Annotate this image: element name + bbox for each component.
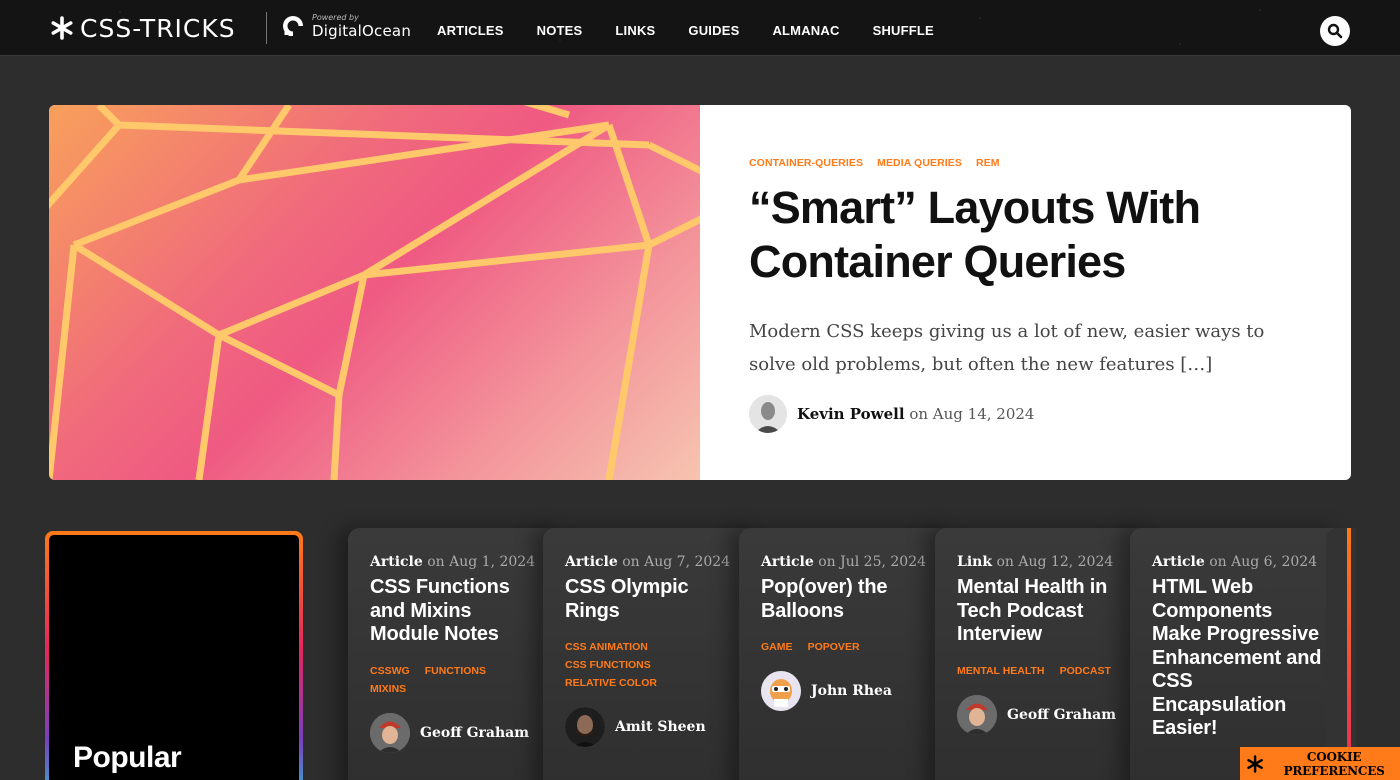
popular-box: Popular bbox=[45, 531, 303, 780]
author-link[interactable]: Kevin Powell bbox=[797, 405, 905, 423]
card-author: Geoff Graham bbox=[370, 712, 541, 753]
title-line: “Smart” Layouts With bbox=[749, 182, 1201, 233]
tag-link[interactable]: CSSWG bbox=[370, 665, 410, 677]
cookie-preferences-label: COOKIE PREFERENCES bbox=[1283, 749, 1385, 778]
author-avatar[interactable] bbox=[761, 671, 801, 711]
card-tags: CSS ANIMATION CSS FUNCTIONS RELATIVE COL… bbox=[565, 637, 736, 691]
digitalocean-sponsor-link[interactable]: Powered by DigitalOcean bbox=[280, 13, 411, 39]
tag-link[interactable]: MEDIA QUERIES bbox=[877, 157, 962, 169]
tag-link[interactable]: RELATIVE COLOR bbox=[565, 677, 657, 689]
search-icon bbox=[1327, 23, 1343, 39]
card-date: on Aug 1, 2024 bbox=[427, 554, 536, 570]
author-name[interactable]: Amit Sheen bbox=[615, 719, 706, 735]
sponsor-name: DigitalOcean bbox=[312, 21, 412, 40]
featured-article-excerpt: Modern CSS keeps giving us a lot of new,… bbox=[749, 321, 1265, 375]
card-tags: CSSWG FUNCTIONS MIXINS bbox=[370, 661, 541, 697]
link-card[interactable]: Link on Aug 12, 2024 Mental Health in Te… bbox=[935, 528, 1150, 780]
asterisk-icon bbox=[1247, 754, 1263, 773]
tag-link[interactable]: MENTAL HEALTH bbox=[957, 665, 1045, 677]
next-card-edge[interactable] bbox=[1326, 528, 1356, 780]
card-date: on Aug 7, 2024 bbox=[622, 554, 731, 570]
main-nav: ARTICLES NOTES LINKS GUIDES ALMANAC SHUF… bbox=[437, 23, 934, 38]
card-date: on Jul 25, 2024 bbox=[818, 554, 927, 570]
card-title[interactable]: CSS Functions and Mixins Module Notes bbox=[370, 576, 541, 647]
popular-box-inner: Popular bbox=[49, 535, 299, 780]
author-name[interactable]: John Rhea bbox=[811, 683, 892, 699]
card-type: Article bbox=[370, 554, 423, 570]
featured-article-content: CONTAINER-QUERIES MEDIA QUERIES REM “Sma… bbox=[749, 157, 1309, 433]
nav-almanac[interactable]: ALMANAC bbox=[772, 23, 839, 38]
logo-divider bbox=[266, 12, 267, 44]
asterisk-logo-icon bbox=[51, 16, 73, 40]
card-date: on Aug 12, 2024 bbox=[996, 554, 1114, 570]
cookie-preferences-button[interactable]: COOKIE PREFERENCES bbox=[1240, 747, 1400, 780]
site-logo-text: CSS-TRICKS bbox=[80, 13, 236, 43]
featured-article-image[interactable] bbox=[49, 105, 700, 480]
author-avatar[interactable] bbox=[370, 712, 410, 753]
author-avatar[interactable] bbox=[957, 694, 997, 735]
author-name[interactable]: Geoff Graham bbox=[420, 725, 529, 741]
article-card[interactable]: Article on Aug 7, 2024 CSS Olympic Rings… bbox=[543, 528, 758, 780]
tag-link[interactable]: CSS FUNCTIONS bbox=[565, 659, 651, 671]
popular-heading: Popular bbox=[73, 741, 182, 774]
card-type: Article bbox=[565, 554, 618, 570]
person-icon bbox=[957, 694, 997, 735]
featured-tags: CONTAINER-QUERIES MEDIA QUERIES REM bbox=[749, 157, 1309, 169]
card-title[interactable]: Pop(over) the Balloons bbox=[761, 576, 932, 623]
tag-link[interactable]: PODCAST bbox=[1060, 665, 1111, 677]
card-meta: Article on Aug 1, 2024 bbox=[370, 554, 541, 570]
card-tags: MENTAL HEALTH PODCAST bbox=[957, 661, 1128, 679]
nav-shuffle[interactable]: SHUFFLE bbox=[873, 23, 934, 38]
author-avatar[interactable] bbox=[749, 395, 787, 433]
card-type: Article bbox=[1152, 554, 1205, 570]
title-line: Container Queries bbox=[749, 236, 1126, 287]
card-meta: Article on Aug 6, 2024 bbox=[1152, 554, 1323, 570]
tag-link[interactable]: GAME bbox=[761, 641, 793, 653]
article-card[interactable]: Article on Aug 1, 2024 CSS Functions and… bbox=[348, 528, 563, 780]
card-title[interactable]: HTML Web Components Make Progressive Enh… bbox=[1152, 576, 1323, 741]
digitalocean-logo-icon bbox=[283, 16, 303, 36]
card-meta: Article on Aug 7, 2024 bbox=[565, 554, 736, 570]
article-card[interactable]: Article on Aug 6, 2024 HTML Web Componen… bbox=[1130, 528, 1345, 780]
person-icon bbox=[761, 671, 801, 711]
search-button[interactable] bbox=[1320, 16, 1350, 46]
tag-link[interactable]: FUNCTIONS bbox=[425, 665, 486, 677]
article-card[interactable]: Article on Jul 25, 2024 Pop(over) the Ba… bbox=[739, 528, 954, 780]
featured-article-title[interactable]: “Smart” Layouts With Container Queries bbox=[749, 181, 1309, 289]
tag-link[interactable]: CONTAINER-QUERIES bbox=[749, 157, 863, 169]
person-icon bbox=[565, 707, 605, 747]
nav-guides[interactable]: GUIDES bbox=[688, 23, 739, 38]
person-icon bbox=[749, 395, 787, 433]
card-author: Geoff Graham bbox=[957, 694, 1128, 735]
tag-link[interactable]: REM bbox=[976, 157, 1000, 169]
tag-link[interactable]: POPOVER bbox=[808, 641, 860, 653]
card-date: on Aug 6, 2024 bbox=[1209, 554, 1318, 570]
card-type: Link bbox=[957, 554, 993, 570]
featured-byline: Kevin Powell on Aug 14, 2024 bbox=[749, 395, 1309, 433]
author-name[interactable]: Geoff Graham bbox=[1007, 707, 1116, 723]
tag-link[interactable]: MIXINS bbox=[370, 683, 406, 695]
card-meta: Article on Jul 25, 2024 bbox=[761, 554, 932, 570]
author-avatar[interactable] bbox=[565, 707, 605, 747]
nav-articles[interactable]: ARTICLES bbox=[437, 23, 504, 38]
nav-links[interactable]: LINKS bbox=[615, 23, 655, 38]
card-author: Amit Sheen bbox=[565, 707, 736, 747]
powered-by-label: Powered by bbox=[312, 12, 359, 22]
card-author: John Rhea bbox=[761, 671, 932, 711]
person-icon bbox=[370, 712, 410, 753]
nav-notes[interactable]: NOTES bbox=[537, 23, 583, 38]
publish-date: Aug 14, 2024 bbox=[932, 405, 1035, 423]
card-tags: GAME POPOVER bbox=[761, 637, 932, 655]
card-type: Article bbox=[761, 554, 814, 570]
site-logo-link[interactable]: CSS-TRICKS bbox=[50, 13, 236, 43]
card-title[interactable]: Mental Health in Tech Podcast Interview bbox=[957, 576, 1128, 647]
card-meta: Link on Aug 12, 2024 bbox=[957, 554, 1128, 570]
tag-link[interactable]: CSS ANIMATION bbox=[565, 641, 648, 653]
grid-layout-illustration bbox=[49, 105, 700, 480]
featured-article[interactable]: CONTAINER-QUERIES MEDIA QUERIES REM “Sma… bbox=[49, 105, 1351, 480]
site-header: CSS-TRICKS Powered by DigitalOcean ARTIC… bbox=[0, 0, 1400, 56]
card-title[interactable]: CSS Olympic Rings bbox=[565, 576, 736, 623]
date-prefix: on bbox=[909, 405, 929, 423]
